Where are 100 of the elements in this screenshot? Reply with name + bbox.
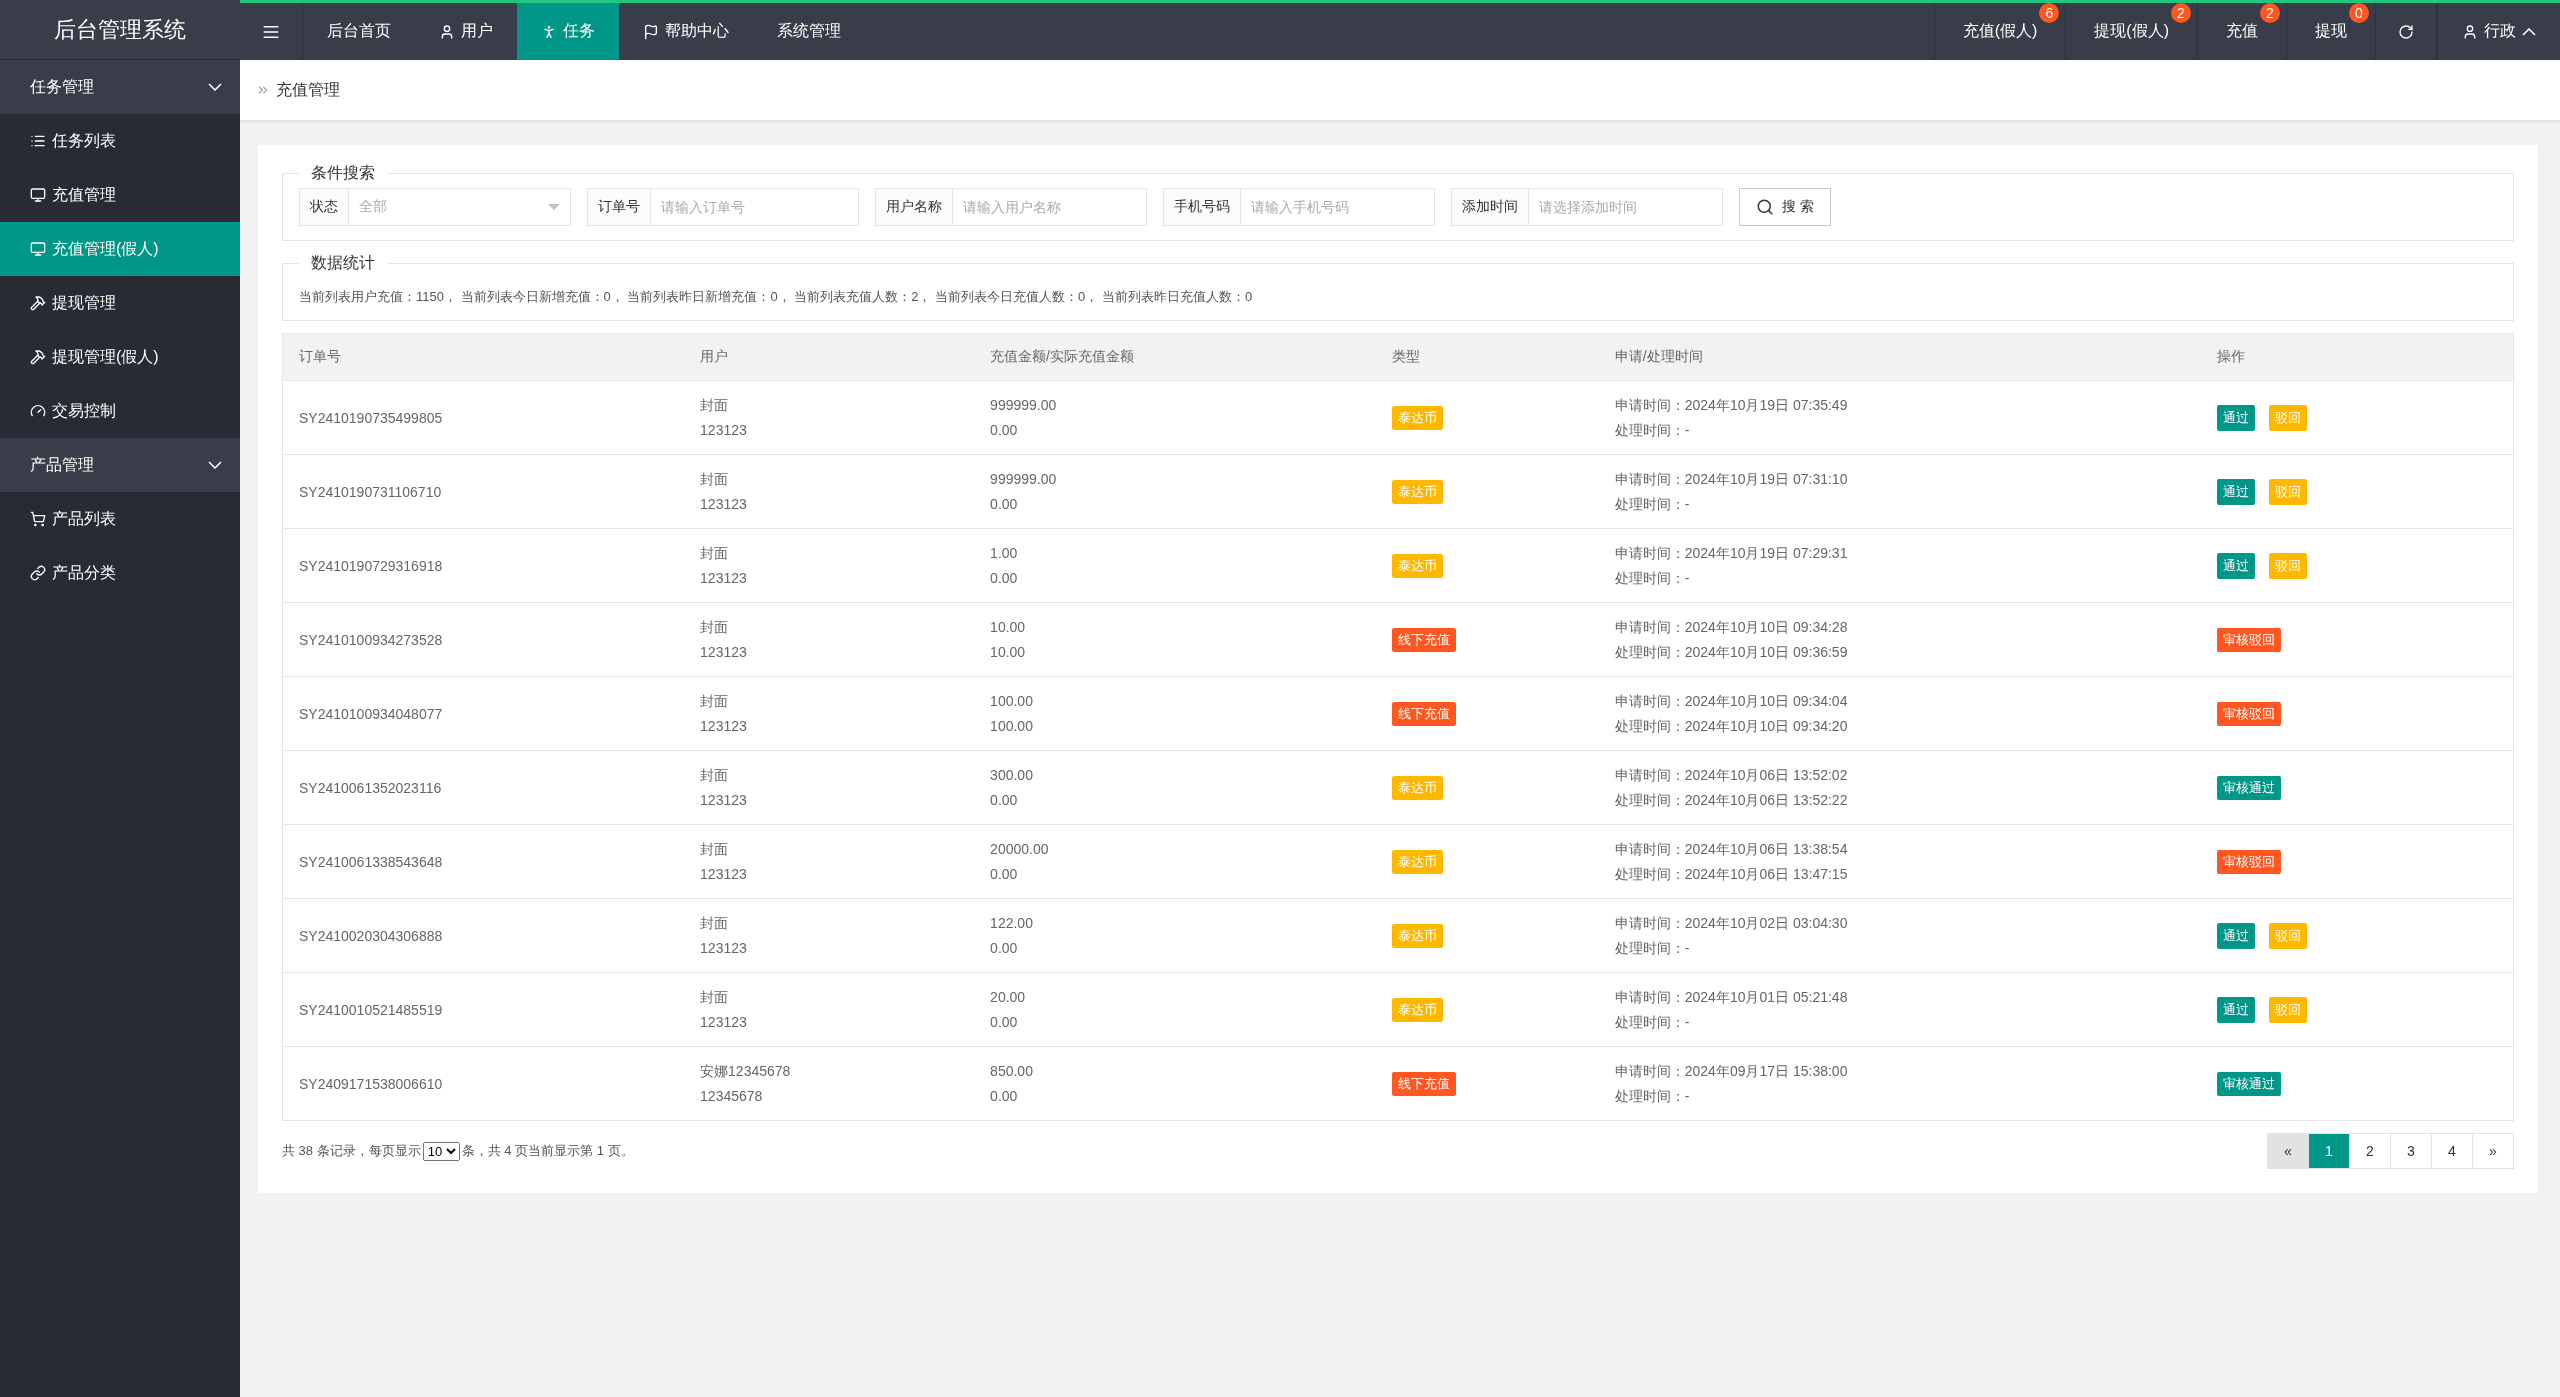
type-tag: 泰达币 bbox=[1391, 775, 1443, 800]
search-field[interactable]: 请输入用户名称 bbox=[953, 188, 1147, 226]
sidebar-item[interactable]: 充值管理 bbox=[0, 168, 240, 222]
approve-button[interactable]: 通过 bbox=[2217, 478, 2256, 505]
time-cell: 申请时间：2024年10月06日 13:38:54 处理时间：2024年10月06日 13:47:15 bbox=[1598, 824, 2202, 899]
field-label: 订单号 bbox=[587, 188, 651, 226]
nav-tab[interactable]: 任务 bbox=[517, 3, 619, 60]
order-cell: SY2410100934048077 bbox=[282, 676, 685, 751]
chevron-down-icon bbox=[208, 461, 222, 469]
sidebar-item[interactable]: 任务列表 bbox=[0, 114, 240, 168]
nav-tab[interactable]: 用户 bbox=[415, 3, 517, 60]
sidebar-item[interactable]: 交易控制 bbox=[0, 384, 240, 438]
type-tag: 泰达币 bbox=[1391, 923, 1443, 948]
user-icon bbox=[439, 23, 455, 40]
gauge-icon bbox=[30, 403, 46, 419]
amount-cell: 10.00 10.00 bbox=[974, 602, 1376, 677]
nav-tab[interactable]: 后台首页 bbox=[303, 3, 415, 60]
count-badge: 0 bbox=[2349, 3, 2369, 23]
amount-cell: 122.00 0.00 bbox=[974, 898, 1376, 973]
column-header: 类型 bbox=[1375, 333, 1599, 381]
list-icon bbox=[30, 133, 46, 149]
chevron-up-icon bbox=[2522, 27, 2536, 36]
column-header: 订单号 bbox=[282, 333, 685, 381]
sidebar-group[interactable]: 产品管理 bbox=[0, 438, 240, 492]
nav-tab[interactable]: 帮助中心 bbox=[619, 3, 753, 60]
column-header: 申请/处理时间 bbox=[1598, 333, 2202, 381]
order-cell: SY2410190735499805 bbox=[282, 380, 685, 455]
nav-label: 帮助中心 bbox=[665, 21, 729, 41]
column-header: 充值金额/实际充值金额 bbox=[974, 333, 1376, 381]
order-cell: SY2410100934273528 bbox=[282, 602, 685, 677]
count-badge: 2 bbox=[2260, 3, 2280, 23]
sidebar-item[interactable]: 充值管理(假人) bbox=[0, 222, 240, 276]
field-label: 用户名称 bbox=[875, 188, 953, 226]
field-label: 状态 bbox=[299, 188, 349, 226]
column-header: 用户 bbox=[684, 333, 975, 381]
account-name: 行政 bbox=[2484, 21, 2516, 41]
page-info-text: 条，共 4 页当前显示第 1 页。 bbox=[461, 1142, 634, 1160]
count-badge: 2 bbox=[2171, 3, 2191, 23]
type-tag: 线下充值 bbox=[1391, 627, 1456, 652]
page-button[interactable]: 4 bbox=[2431, 1133, 2473, 1169]
type-tag: 线下充值 bbox=[1391, 701, 1456, 726]
approve-button[interactable]: 通过 bbox=[2217, 552, 2256, 579]
monitor-icon bbox=[30, 241, 46, 257]
approve-button[interactable]: 通过 bbox=[2217, 404, 2256, 431]
monitor-icon bbox=[30, 187, 46, 203]
nav-label: 用户 bbox=[461, 21, 493, 41]
sidebar-item[interactable]: 产品列表 bbox=[0, 492, 240, 546]
status-tag: 审核通过 bbox=[2217, 775, 2282, 800]
type-tag: 泰达币 bbox=[1391, 997, 1443, 1022]
type-tag: 泰达币 bbox=[1391, 479, 1443, 504]
search-field[interactable]: 请选择添加时间 bbox=[1529, 188, 1723, 226]
approve-button[interactable]: 通过 bbox=[2217, 922, 2256, 949]
status-tag: 审核驳回 bbox=[2217, 849, 2282, 874]
page-button[interactable]: » bbox=[2472, 1133, 2514, 1169]
type-tag: 线下充值 bbox=[1391, 1071, 1456, 1096]
amount-cell: 999999.00 0.00 bbox=[974, 454, 1376, 529]
amount-cell: 850.00 0.00 bbox=[974, 1046, 1376, 1121]
page-button[interactable]: 3 bbox=[2390, 1133, 2432, 1169]
amount-cell: 20.00 0.00 bbox=[974, 972, 1376, 1047]
item-label: 产品分类 bbox=[52, 562, 116, 583]
time-cell: 申请时间：2024年10月01日 05:21:48 处理时间：- bbox=[1598, 972, 2202, 1047]
nav-label: 系统管理 bbox=[777, 21, 841, 41]
order-cell: SY2410190731106710 bbox=[282, 454, 685, 529]
page-button[interactable]: 2 bbox=[2349, 1133, 2391, 1169]
time-cell: 申请时间：2024年10月10日 09:34:28 处理时间：2024年10月10日 09:36:59 bbox=[1598, 602, 2202, 677]
user-cell: 封面 123123 bbox=[684, 898, 975, 973]
sidebar-item[interactable]: 产品分类 bbox=[0, 546, 240, 600]
amount-cell: 1.00 0.00 bbox=[974, 528, 1376, 603]
user-cell: 封面 123123 bbox=[684, 824, 975, 899]
sidebar-item[interactable]: 提现管理 bbox=[0, 276, 240, 330]
item-label: 充值管理 bbox=[52, 184, 116, 205]
search-field[interactable]: 请输入订单号 bbox=[651, 188, 859, 226]
page-button[interactable]: 1 bbox=[2308, 1133, 2350, 1169]
sidebar-group[interactable]: 任务管理 bbox=[0, 60, 240, 114]
search-field[interactable]: 请输入手机号码 bbox=[1241, 188, 1435, 226]
order-cell: SY2410010521485519 bbox=[282, 972, 685, 1047]
search-button[interactable]: 搜 索 bbox=[1739, 188, 1831, 226]
user-cell: 封面 123123 bbox=[684, 750, 975, 825]
chevron-down-icon bbox=[208, 83, 222, 91]
panel-title: 条件搜索 bbox=[310, 163, 376, 183]
sidebar-item[interactable]: 提现管理(假人) bbox=[0, 330, 240, 384]
item-label: 交易控制 bbox=[52, 400, 116, 421]
status-tag: 审核驳回 bbox=[2217, 701, 2282, 726]
item-label: 充值管理(假人) bbox=[52, 238, 159, 259]
cart-icon bbox=[30, 511, 46, 527]
nav-tab[interactable]: 系统管理 bbox=[753, 3, 865, 60]
amount-cell: 20000.00 0.00 bbox=[974, 824, 1376, 899]
user-cell: 封面 123123 bbox=[684, 676, 975, 751]
user-cell: 封面 123123 bbox=[684, 454, 975, 529]
approve-button[interactable]: 通过 bbox=[2217, 996, 2256, 1023]
panel-title: 数据统计 bbox=[310, 253, 376, 273]
breadcrumb-icon bbox=[256, 83, 270, 97]
order-cell: SY2410061352023116 bbox=[282, 750, 685, 825]
field-label: 添加时间 bbox=[1451, 188, 1529, 226]
hammer-icon bbox=[30, 349, 46, 365]
dropdown-icon bbox=[548, 204, 560, 210]
nav-label: 任务 bbox=[563, 21, 595, 41]
item-label: 提现管理(假人) bbox=[52, 346, 159, 367]
user-cell: 封面 123123 bbox=[684, 602, 975, 677]
page-size-select[interactable]: 10 bbox=[422, 1141, 460, 1161]
